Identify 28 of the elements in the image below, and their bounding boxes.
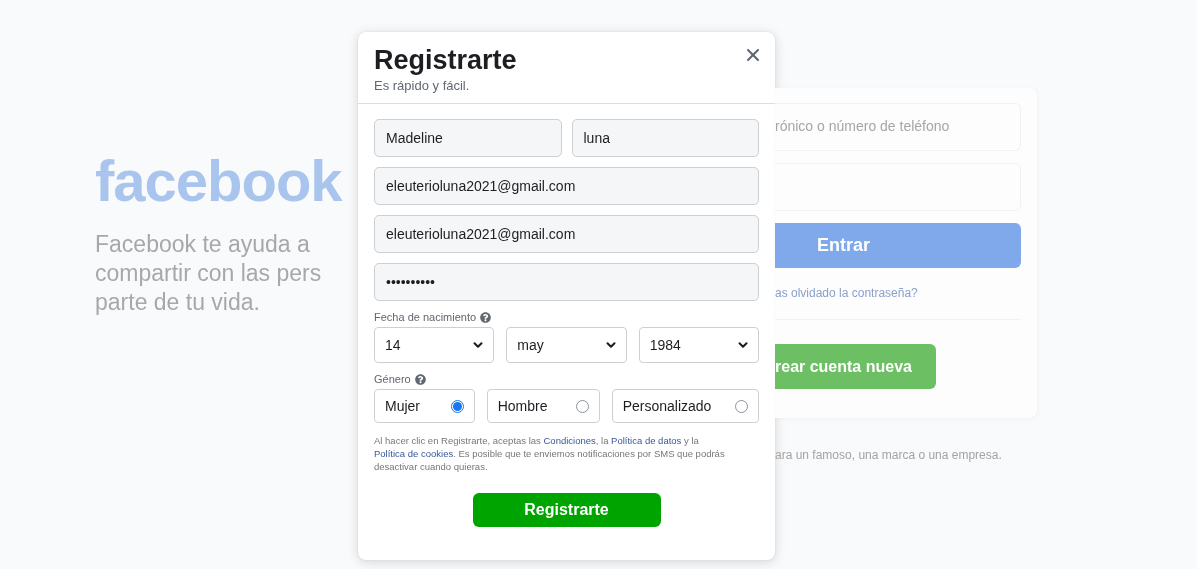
tagline: parte de tu vida. [95,288,261,317]
field-label: Género [374,373,411,385]
radio-button[interactable] [735,399,748,413]
radio-button[interactable] [450,399,464,413]
dialog-subtitle: Es rápido y fácil. [374,78,471,93]
logo: facebook [95,150,344,212]
gender-option[interactable]: Mujer [374,389,475,423]
terms-link[interactable]: Política de datos [611,435,682,446]
input-field[interactable]: eleuterioluna2021@gmail.com [374,215,759,253]
field-label: Fecha de nacimiento [374,311,477,323]
name-field[interactable]: luna [571,119,759,157]
dialog-title: Registrarte [374,44,517,76]
input-field[interactable]: •••••••••• [374,263,759,301]
name-field[interactable]: Madeline [374,119,562,157]
footer-text: ara un famoso, una marca o una empresa. [775,448,1003,462]
terms-link[interactable]: Condiciones [543,435,596,446]
radio-button[interactable] [575,399,589,413]
gender-option[interactable]: Hombre [486,389,600,423]
tagline: compartir con las pers [95,259,323,288]
date-select[interactable]: 1984 [638,327,759,363]
help-icon[interactable] [480,311,492,323]
gender-option[interactable]: Personalizado [611,389,759,423]
date-select[interactable]: 14 [374,327,495,363]
help-icon[interactable] [414,373,426,385]
date-select[interactable]: may [506,327,627,363]
terms-text: Al hacer clic en Registrarte, aceptas las Condiciones, la Política de datos y la Política de cookies. Es posible que te enviemos notificaciones por SMS que podrás desactivar cuando quieras. [374,434,726,473]
input-field[interactable]: eleuterioluna2021@gmail.com [374,167,759,205]
tagline: Facebook te ayuda a [95,230,311,259]
